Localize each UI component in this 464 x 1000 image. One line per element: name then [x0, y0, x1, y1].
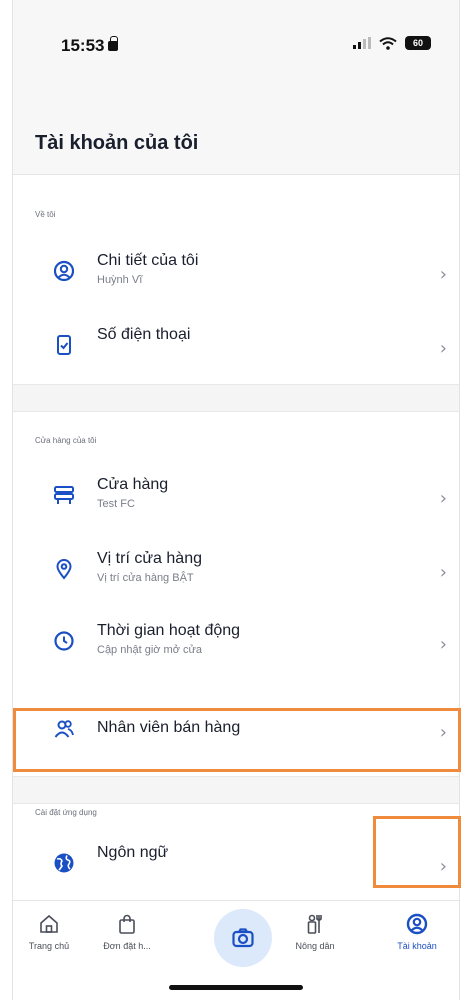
store-icon [54, 486, 74, 504]
row-subtitle: Cập nhật giờ mở cửa [97, 644, 202, 656]
account-icon [406, 913, 428, 935]
status-bar: 15:53 60 [13, 0, 459, 70]
home-icon [40, 914, 58, 933]
camera-icon [232, 928, 254, 948]
chevron-right-icon: › [439, 338, 447, 359]
row-store[interactable]: Cửa hàng Test FC › [13, 472, 459, 528]
row-subtitle: Huỳnh Vĩ [97, 274, 143, 286]
row-title: Thời gian hoạt động [97, 622, 241, 639]
row-my-details[interactable]: Chi tiết của tôi Huỳnh Vĩ › [13, 248, 459, 304]
tab-account[interactable]: Tài khoản [377, 913, 457, 951]
row-operating-hours[interactable]: Thời gian hoạt động Cập nhật giờ mở cửa … [13, 618, 459, 674]
globe-icon [54, 853, 74, 873]
tab-orders[interactable]: Đơn đặt h... [87, 913, 167, 951]
bottom-tab-bar: Trang chủ Đơn đặt h... Nông dân Tài khoả… [13, 900, 459, 1000]
section-label-about-me: Về tôi [35, 210, 56, 219]
account-tab-highlight [373, 816, 461, 888]
row-title: Chi tiết của tôi [97, 252, 199, 269]
clock-icon [54, 631, 74, 651]
row-title: Ngôn ngữ [97, 844, 169, 861]
page-title: Tài khoản của tôi [35, 132, 199, 154]
location-pin-icon [56, 559, 72, 580]
staff-row-highlight [13, 708, 461, 772]
row-store-location[interactable]: Vị trí cửa hàng Vị trí cửa hàng BẬT › [13, 546, 459, 602]
wifi-icon [379, 36, 397, 50]
status-indicators: 60 [353, 36, 431, 50]
chevron-right-icon: › [439, 264, 447, 285]
signal-icon [353, 37, 371, 49]
tab-label: Trang chủ [28, 941, 70, 951]
tab-farmers[interactable]: Nông dân [275, 913, 355, 951]
lock-icon [108, 36, 119, 51]
status-time: 15:53 [61, 36, 119, 56]
section-label-app-settings: Cài đặt ứng dụng [35, 808, 97, 817]
shopping-bag-icon [119, 914, 135, 934]
row-phone-number[interactable]: Số điện thoại › [13, 322, 459, 378]
home-indicator [169, 985, 303, 990]
section-divider [13, 384, 459, 412]
tab-label: Đơn đặt h... [103, 941, 151, 951]
chevron-right-icon: › [439, 562, 447, 583]
phone-check-icon [57, 335, 71, 355]
tab-home[interactable]: Trang chủ [9, 913, 89, 951]
page-header: Tài khoản của tôi [13, 70, 459, 175]
row-title: Số điện thoại [97, 326, 191, 343]
row-subtitle: Vị trí cửa hàng BẬT [97, 572, 194, 584]
farmer-icon [307, 914, 322, 934]
row-title: Cửa hàng [97, 476, 169, 493]
section-divider [13, 776, 459, 804]
section-label-my-store: Cửa hàng của tôi [35, 436, 97, 445]
chevron-right-icon: › [439, 634, 447, 655]
tab-label: Tài khoản [397, 941, 437, 951]
row-title: Vị trí cửa hàng [97, 550, 202, 567]
row-subtitle: Test FC [97, 498, 135, 510]
user-circle-icon [53, 260, 75, 282]
battery-indicator: 60 [405, 36, 431, 50]
account-screen: 15:53 60 Tài khoản của tôi Về tôi Chi ti… [12, 0, 461, 1000]
camera-button[interactable] [214, 909, 272, 967]
chevron-right-icon: › [439, 488, 447, 509]
section-about-me: Về tôi Chi tiết của tôi Huỳnh Vĩ › Số đi… [13, 176, 459, 384]
tab-label: Nông dân [295, 941, 335, 951]
